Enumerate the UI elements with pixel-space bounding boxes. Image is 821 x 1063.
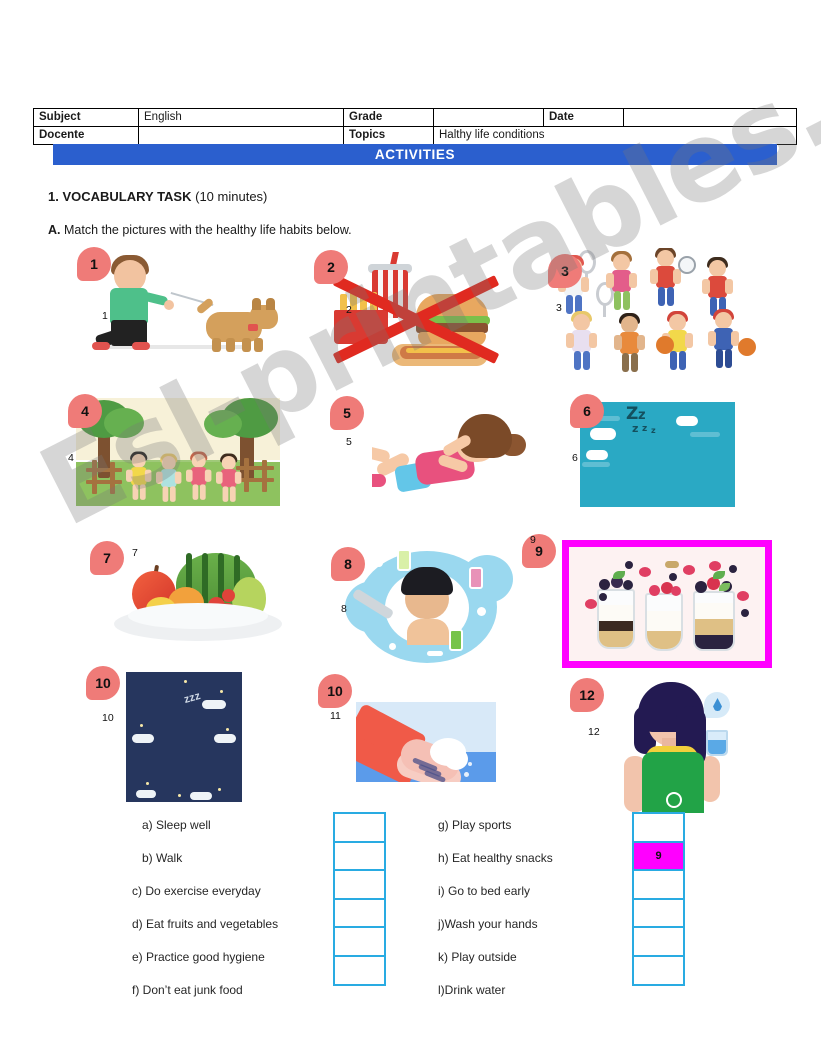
picture-3-caption-number: 3 [556,302,562,314]
picture-5-badge: 5 [330,396,364,430]
basketball-icon [738,338,756,356]
answer-option-a[interactable]: a) Sleep well [142,818,211,832]
picture-6-art: Z z z z z [580,402,735,507]
basketball-icon [656,336,674,354]
picture-9-badge: 9 [522,534,556,568]
picture-9-caption-number: 9 [530,534,536,546]
answer-list-right: g) Play sports h) Eat healthy snacks i) … [438,816,658,1016]
answer-option-b[interactable]: b) Walk [142,851,182,865]
answer-box-l[interactable] [632,954,685,986]
picture-3-badge: 3 [548,254,582,288]
picture-10-badge: 10 [86,666,120,700]
picture-10-go-to-bed-early[interactable]: zzz 10 10 [86,666,242,802]
picture-5-art [372,406,532,506]
shampoo-bottle-icon [397,549,411,571]
picture-3-play-sports[interactable]: 3 3 [548,248,772,378]
picture-2-badge: 2 [314,250,348,284]
answer-box-c[interactable] [333,869,386,900]
picture-5-caption-number: 5 [346,436,352,448]
picture-7-art [110,545,290,645]
picture-7-badge: 7 [90,541,124,575]
soccer-ball-icon [678,256,696,274]
picture-7-caption-number: 7 [132,547,138,559]
answer-option-c[interactable]: c) Do exercise everyday [132,884,261,898]
picture-1-badge: 1 [77,247,111,281]
picture-12-art [610,678,740,813]
answer-option-h[interactable]: h) Eat healthy snacks [438,851,553,865]
picture-7-eat-fruits[interactable]: 7 7 [90,541,290,645]
picture-4-art [76,398,280,506]
answer-box-i[interactable] [632,869,685,900]
picture-5-do-exercise[interactable]: 5 5 [330,396,526,505]
picture-1-walk[interactable]: 1 1 [77,247,288,360]
picture-8-good-hygiene[interactable]: 8 8 [331,545,515,665]
picture-4-badge: 4 [68,394,102,428]
picture-2-junk-food[interactable]: 2 2 [314,250,520,372]
picture-11-art [356,702,496,782]
picture-12-badge: 12 [570,678,604,712]
picture-11-caption-number: 11 [330,710,341,722]
answer-option-f[interactable]: f) Don’t eat junk food [132,983,243,997]
answer-option-i[interactable]: i) Go to bed early [438,884,530,898]
answer-option-k[interactable]: k) Play outside [438,950,517,964]
picture-8-badge: 8 [331,547,365,581]
answer-box-j[interactable] [632,897,685,929]
answer-box-b[interactable] [333,840,386,872]
picture-11-badge: 10 [318,674,352,708]
picture-grid: 1 1 2 2 3 3 4 4 5 5 Z z z z z 6 6 7 7 8 … [0,0,821,1063]
picture-10-caption-number: 10 [102,712,114,724]
answer-box-k[interactable] [632,926,685,957]
picture-6-caption-number: 6 [572,452,578,464]
picture-4-caption-number: 4 [68,452,74,464]
picture-12-caption-number: 12 [588,726,600,738]
answer-box-d[interactable] [333,897,386,929]
soap-bottle-icon [469,567,483,589]
answer-option-g[interactable]: g) Play sports [438,818,511,832]
answer-box-h[interactable]: 9 [632,840,685,872]
picture-2-caption-number: 2 [346,304,352,316]
answer-option-d[interactable]: d) Eat fruits and vegetables [132,917,278,931]
answer-box-g[interactable] [632,812,685,843]
picture-9-healthy-snacks[interactable]: 9 9 [522,534,772,668]
answer-box-column-left [333,812,386,986]
picture-4-play-outside[interactable]: 4 4 [68,394,280,506]
picture-10-art: zzz [126,672,242,802]
answer-box-f[interactable] [333,954,386,986]
answer-box-e[interactable] [333,926,386,957]
picture-11-wash-hands[interactable]: 10 11 [318,674,496,782]
picture-6-badge: 6 [570,394,604,428]
gel-bottle-icon [449,629,463,651]
picture-8-caption-number: 8 [341,603,347,615]
picture-3-art [552,248,772,378]
shirt-logo-icon [666,792,682,808]
answer-box-column-right: 9 [632,812,685,986]
picture-6-sleep-well[interactable]: Z z z z z 6 6 [570,394,735,507]
answer-option-j[interactable]: j)Wash your hands [438,917,538,931]
selection-frame [562,540,772,668]
answer-box-a[interactable] [333,812,386,843]
answer-option-l[interactable]: l)Drink water [438,983,505,997]
picture-8-art [345,545,515,665]
picture-12-drink-water[interactable]: 12 12 [570,678,740,813]
picture-1-caption-number: 1 [102,310,108,322]
answer-option-e[interactable]: e) Practice good hygiene [132,950,265,964]
